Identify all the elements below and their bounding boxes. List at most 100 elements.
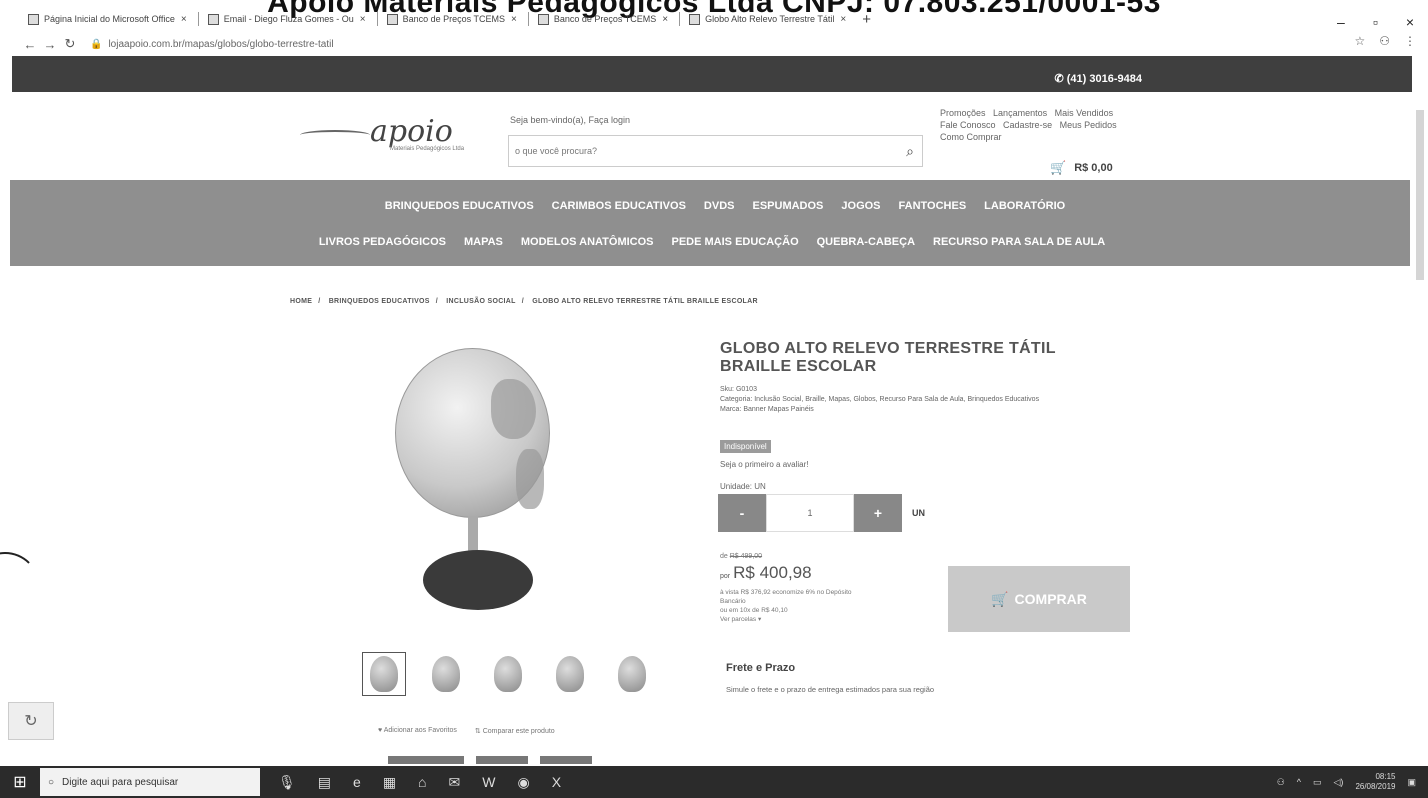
- close-icon[interactable]: ×: [840, 14, 846, 25]
- buy-button[interactable]: 🛒 COMPRAR: [948, 566, 1130, 632]
- taskbar-search[interactable]: ○ Digite aqui para pesquisar: [40, 768, 260, 796]
- link-mais-vendidos[interactable]: Mais Vendidos: [1055, 108, 1114, 118]
- category-item[interactable]: QUEBRA-CABEÇA: [817, 236, 915, 248]
- browser-tab[interactable]: Email - Diego Fluza Gomes - Ou ×: [202, 9, 372, 29]
- category-item[interactable]: MODELOS ANATÔMICOS: [521, 236, 654, 248]
- word-icon[interactable]: W: [482, 774, 495, 791]
- mail-icon[interactable]: ✉: [449, 774, 461, 791]
- category-item[interactable]: ESPUMADOS: [752, 200, 823, 212]
- product-category[interactable]: Categoria: Inclusão Social, Braille, Map…: [720, 395, 1110, 405]
- back-icon[interactable]: ←: [20, 37, 40, 52]
- link-meus-pedidos[interactable]: Meus Pedidos: [1060, 120, 1117, 130]
- login-greeting[interactable]: Seja bem-vindo(a), Faça login: [510, 115, 630, 125]
- link-lancamentos[interactable]: Lançamentos: [993, 108, 1047, 118]
- product-tab[interactable]: [388, 756, 464, 764]
- extension-icon[interactable]: ⚇: [1379, 34, 1390, 48]
- rate-product-link[interactable]: Seja o primeiro a avaliar!: [720, 460, 808, 469]
- globe-continent: [516, 449, 544, 509]
- category-item[interactable]: RECURSO PARA SALA DE AULA: [933, 236, 1105, 248]
- category-item[interactable]: JOGOS: [841, 200, 880, 212]
- microphone-icon[interactable]: 🎙: [278, 774, 296, 791]
- link-cadastre-se[interactable]: Cadastre-se: [1003, 120, 1052, 130]
- category-item[interactable]: BRINQUEDOS EDUCATIVOS: [385, 200, 534, 212]
- file-explorer-icon[interactable]: ▦: [383, 774, 396, 791]
- quantity-plus-button[interactable]: +: [854, 494, 902, 532]
- category-item[interactable]: LABORATÓRIO: [984, 200, 1065, 212]
- close-icon[interactable]: ×: [181, 14, 187, 25]
- product-brand[interactable]: Marca: Banner Mapas Painéis: [720, 405, 1110, 415]
- close-window-icon[interactable]: ×: [1406, 14, 1414, 30]
- windows-start-icon[interactable]: ⊞: [0, 766, 40, 798]
- star-icon[interactable]: ☆: [1354, 34, 1365, 48]
- logo-text: apoio: [370, 114, 453, 149]
- old-price: de R$ 499,00: [720, 553, 762, 560]
- search-icon[interactable]: ⌕: [898, 143, 922, 160]
- category-item[interactable]: PEDE MAIS EDUCAÇÃO: [672, 236, 799, 248]
- minimize-icon[interactable]: –: [1337, 14, 1345, 30]
- site-logo[interactable]: apoio Materiais Pedagógicos Ltda: [300, 110, 485, 160]
- link-promocoes[interactable]: Promoções: [940, 108, 986, 118]
- link-como-comprar[interactable]: Como Comprar: [940, 132, 1002, 142]
- compare-link[interactable]: ⇅ Comparar este produto: [475, 727, 555, 735]
- task-view-icon[interactable]: ▤: [318, 774, 331, 791]
- browser-tab-active[interactable]: Globo Alto Relevo Terrestre Tátil ×: [683, 9, 852, 29]
- taskbar-clock[interactable]: 08:15 26/08/2019: [1355, 772, 1395, 792]
- add-favorite-link[interactable]: ♥ Adicionar aos Favoritos: [378, 727, 457, 735]
- address-bar[interactable]: lojaapoio.com.br/mapas/globos/globo-terr…: [108, 39, 333, 50]
- excel-icon[interactable]: X: [552, 774, 561, 791]
- phone-number[interactable]: ✆ (41) 3016-9484: [1054, 72, 1142, 85]
- new-tab-icon[interactable]: +: [862, 11, 871, 28]
- taskbar-apps: 🎙 ▤ e ▦ ⌂ ✉ W ◉ X: [278, 774, 561, 791]
- buy-label: COMPRAR: [1014, 591, 1087, 607]
- network-icon[interactable]: ▭: [1313, 777, 1322, 788]
- category-item[interactable]: LIVROS PEDAGÓGICOS: [319, 236, 446, 248]
- tab-separator: [376, 12, 378, 26]
- thumbnail[interactable]: [362, 652, 406, 696]
- link-fale-conosco[interactable]: Fale Conosco: [940, 120, 996, 130]
- outlook-icon: [207, 13, 219, 25]
- edge-icon[interactable]: e: [353, 774, 361, 791]
- people-icon[interactable]: ⚇: [1277, 777, 1285, 788]
- notifications-icon[interactable]: ▣: [1407, 777, 1416, 788]
- tray-arrow-icon[interactable]: ^: [1297, 777, 1301, 787]
- phone-icon: ✆: [1054, 73, 1067, 85]
- search-input[interactable]: o que você procura?: [515, 146, 898, 156]
- product-tab[interactable]: [476, 756, 528, 764]
- lock-icon[interactable]: 🔒: [90, 39, 102, 50]
- reload-icon[interactable]: ↻: [60, 36, 80, 52]
- category-item[interactable]: CARIMBOS EDUCATIVOS: [552, 200, 686, 212]
- quantity-input[interactable]: 1: [766, 494, 854, 532]
- thumbnail[interactable]: [424, 652, 468, 696]
- browser-tab[interactable]: Página Inicial do Microsoft Office ×: [22, 9, 193, 29]
- price-value: R$ 400,98: [733, 563, 812, 582]
- recaptcha-badge[interactable]: ↻: [8, 702, 54, 740]
- close-icon[interactable]: ×: [662, 14, 668, 25]
- scrollbar[interactable]: [1416, 110, 1424, 280]
- browser-tab[interactable]: Banco de Preços TCEMS ×: [381, 9, 523, 29]
- category-item[interactable]: DVDS: [704, 200, 735, 212]
- breadcrumb-item[interactable]: HOME: [290, 298, 312, 305]
- maximize-icon[interactable]: ▫: [1373, 14, 1378, 30]
- quantity-minus-button[interactable]: -: [718, 494, 766, 532]
- product-tab[interactable]: [540, 756, 592, 764]
- forward-icon[interactable]: →: [40, 37, 60, 52]
- close-icon[interactable]: ×: [360, 14, 366, 25]
- product-image[interactable]: [385, 340, 565, 630]
- cart-button[interactable]: 🛒 R$ 0,00: [1050, 160, 1113, 176]
- breadcrumb-item[interactable]: INCLUSÃO SOCIAL: [446, 298, 515, 305]
- old-price-value: R$ 499,00: [729, 553, 763, 560]
- close-icon[interactable]: ×: [511, 14, 517, 25]
- breadcrumb-current: GLOBO ALTO RELEVO TERRESTRE TÁTIL BRAILL…: [532, 298, 758, 305]
- volume-icon[interactable]: ◁): [1334, 777, 1344, 788]
- browser-tab[interactable]: Banco de Preços TCEMS ×: [532, 9, 674, 29]
- thumbnail[interactable]: [486, 652, 530, 696]
- menu-icon[interactable]: ⋮: [1404, 34, 1416, 48]
- chrome-icon[interactable]: ◉: [517, 774, 529, 791]
- thumbnail[interactable]: [548, 652, 592, 696]
- thumbnail[interactable]: [610, 652, 654, 696]
- category-item[interactable]: MAPAS: [464, 236, 503, 248]
- breadcrumb-item[interactable]: BRINQUEDOS EDUCATIVOS: [329, 298, 430, 305]
- view-installments-link[interactable]: Ver parcelas ▾: [720, 615, 920, 624]
- store-icon[interactable]: ⌂: [418, 774, 426, 791]
- category-item[interactable]: FANTOCHES: [899, 200, 967, 212]
